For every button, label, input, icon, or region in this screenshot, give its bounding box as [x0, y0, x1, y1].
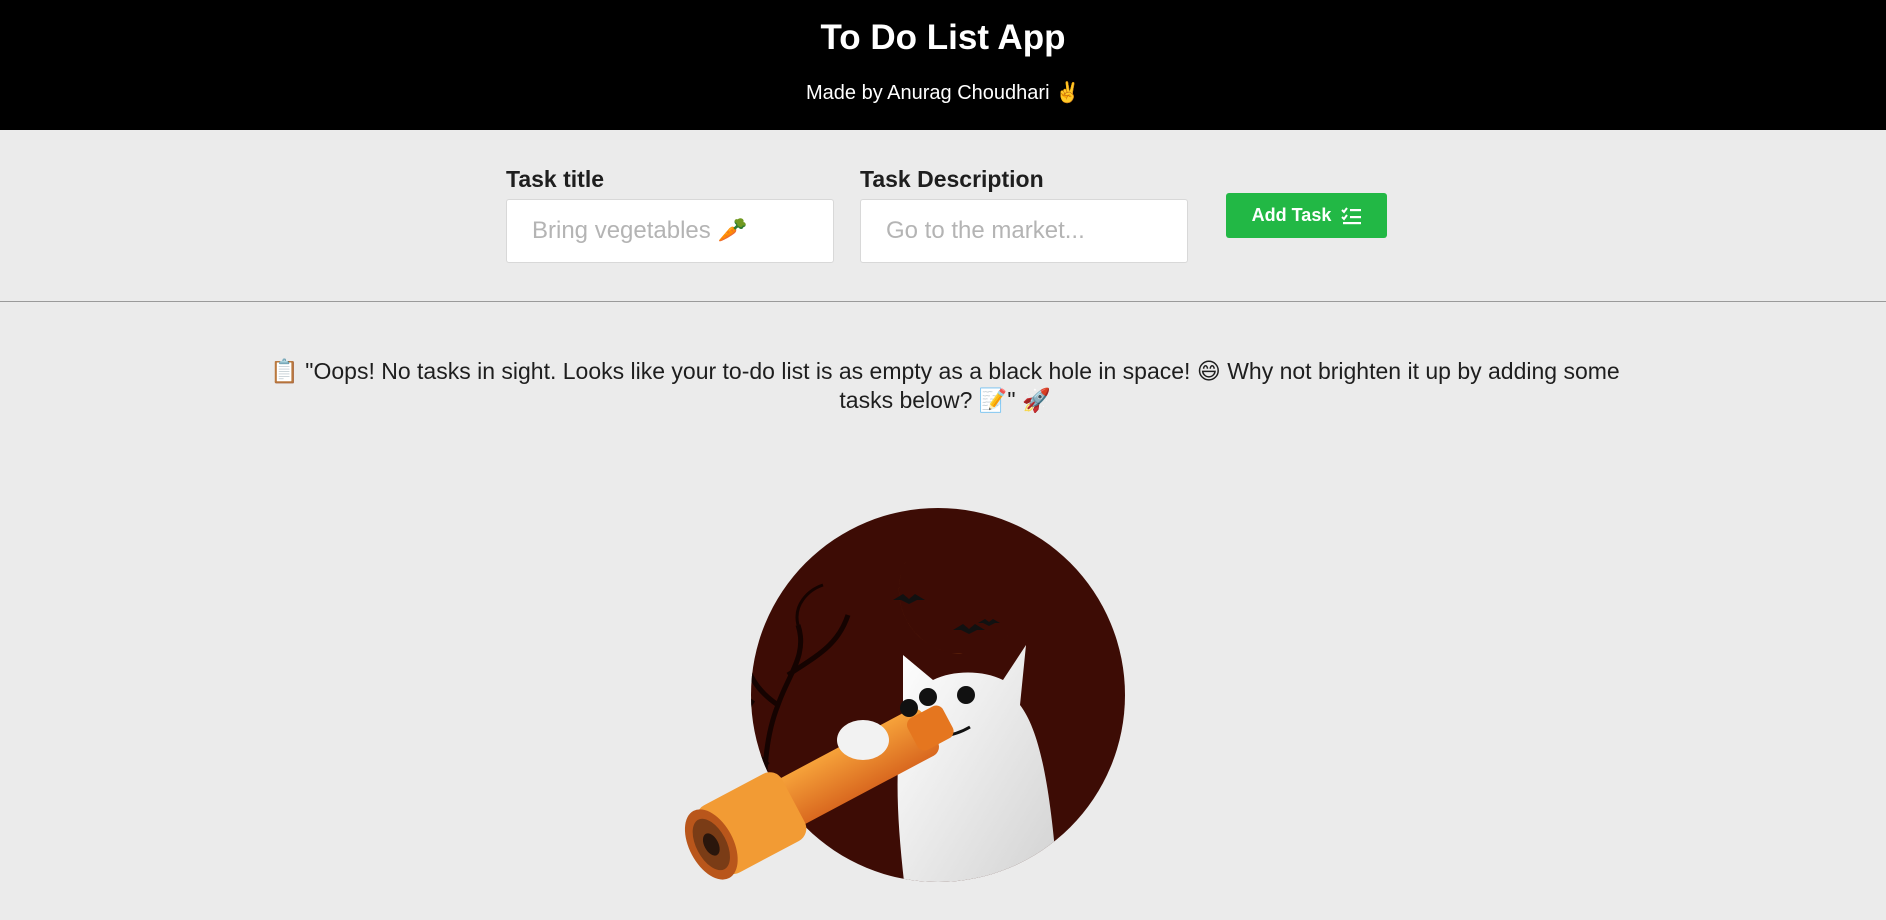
task-description-input[interactable] — [860, 199, 1188, 263]
app-subtitle: Made by Anurag Choudhari ✌️ — [806, 82, 1080, 104]
add-task-label: Add Task — [1251, 205, 1332, 225]
app-header: To Do List App Made by Anurag Choudhari … — [0, 0, 1886, 130]
task-form: Task title Task Description Add Task — [0, 130, 1886, 302]
app-title: To Do List App — [820, 18, 1066, 57]
task-title-input[interactable] — [506, 199, 834, 263]
task-description-field: Task Description — [860, 166, 1188, 263]
checklist-icon — [1341, 206, 1362, 225]
task-description-label: Task Description — [860, 166, 1044, 192]
ghost-telescope-illustration — [648, 505, 1138, 915]
task-title-field: Task title — [506, 166, 834, 263]
task-title-label: Task title — [506, 166, 604, 192]
empty-state-message: 📋 "Oops! No tasks in sight. Looks like y… — [270, 358, 1620, 413]
add-task-button[interactable]: Add Task — [1226, 193, 1387, 238]
